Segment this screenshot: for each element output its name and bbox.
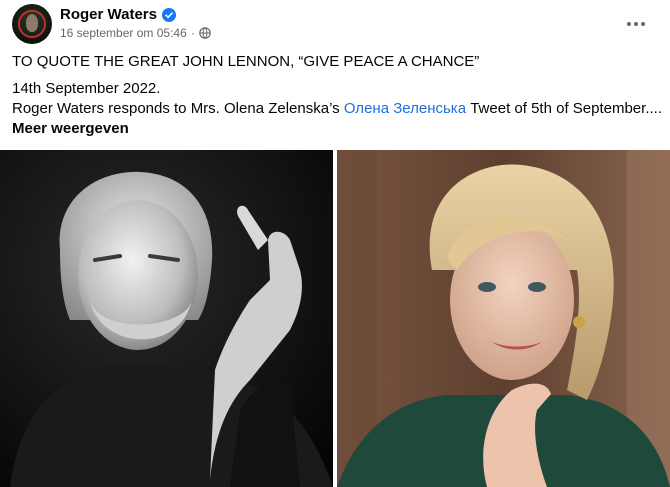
post-date-line: 14th September 2022. — [12, 80, 161, 97]
photo-olena-zelenska[interactable] — [337, 150, 670, 487]
author-name-row: Roger Waters — [60, 6, 176, 23]
post-body: 14th September 2022. Roger Waters respon… — [12, 79, 662, 139]
post-body-line: Roger Waters responds to Mrs. Olena Zele… — [12, 99, 662, 119]
photo-roger-waters[interactable] — [0, 150, 333, 487]
globe-icon[interactable] — [198, 27, 211, 39]
mention-link[interactable]: Олена Зеленська — [344, 100, 466, 117]
post-headline: TO QUOTE THE GREAT JOHN LENNON, “GIVE PE… — [12, 53, 480, 70]
body-prefix: Roger Waters responds to Mrs. Olena Zele… — [12, 100, 344, 117]
photo-left-art — [0, 150, 333, 487]
body-suffix: Tweet of 5th of September.... — [466, 100, 662, 117]
author-name[interactable]: Roger Waters — [60, 6, 157, 23]
post-timestamp[interactable]: 16 september om 05:46 — [60, 26, 187, 40]
more-options-button[interactable] — [624, 12, 648, 36]
post-photos — [0, 150, 670, 487]
meta-separator: · — [190, 26, 195, 40]
see-more-link[interactable]: Meer weergeven — [12, 119, 658, 139]
author-avatar[interactable] — [12, 4, 52, 44]
avatar-face — [26, 14, 38, 32]
verified-badge-icon — [161, 7, 176, 22]
post-header: Roger Waters 16 september om 05:46 · — [12, 4, 658, 44]
photo-right-art — [337, 150, 670, 487]
post-meta: 16 september om 05:46 · — [60, 26, 211, 40]
more-options-icon — [626, 22, 647, 26]
